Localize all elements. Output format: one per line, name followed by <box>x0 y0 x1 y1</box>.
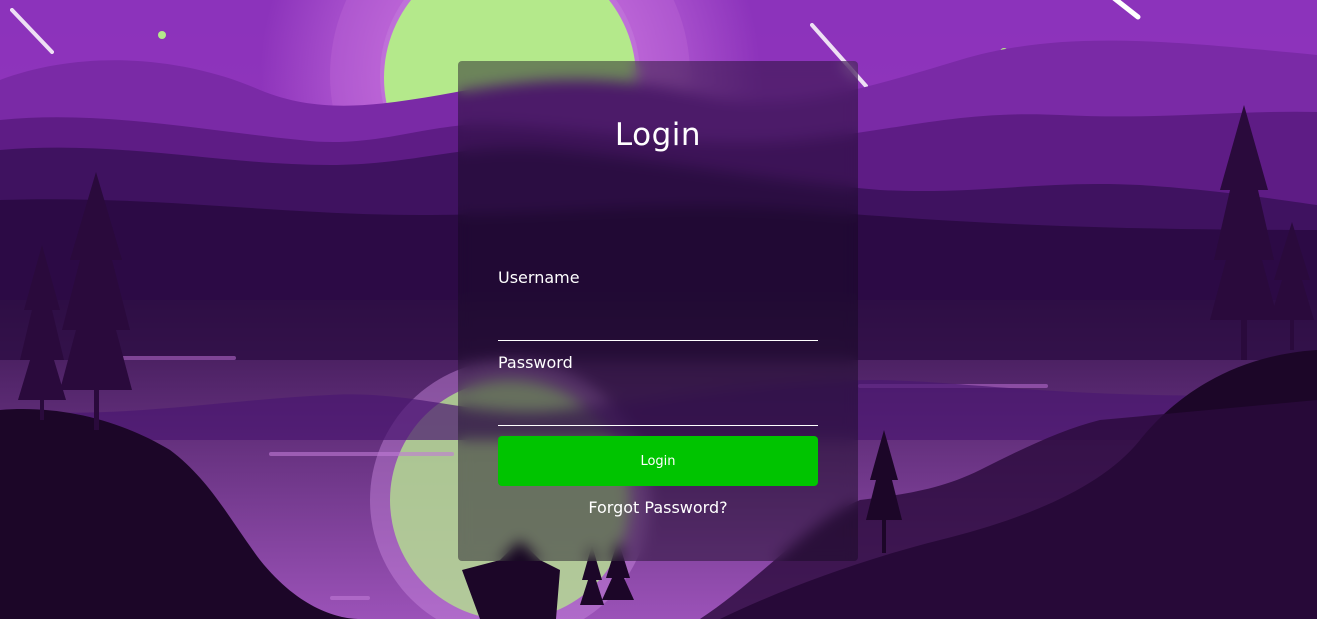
forgot-password-link[interactable]: Forgot Password? <box>458 498 858 517</box>
password-label: Password <box>498 353 573 372</box>
star-icon <box>158 31 166 39</box>
login-button[interactable]: Login <box>498 436 818 486</box>
username-label: Username <box>498 268 580 287</box>
login-page: Login Username Password Login Forgot Pas… <box>0 0 1317 619</box>
username-input[interactable] <box>498 307 818 341</box>
login-title: Login <box>614 117 702 153</box>
login-card: Login Username Password Login Forgot Pas… <box>458 61 858 561</box>
password-input[interactable] <box>498 392 818 426</box>
